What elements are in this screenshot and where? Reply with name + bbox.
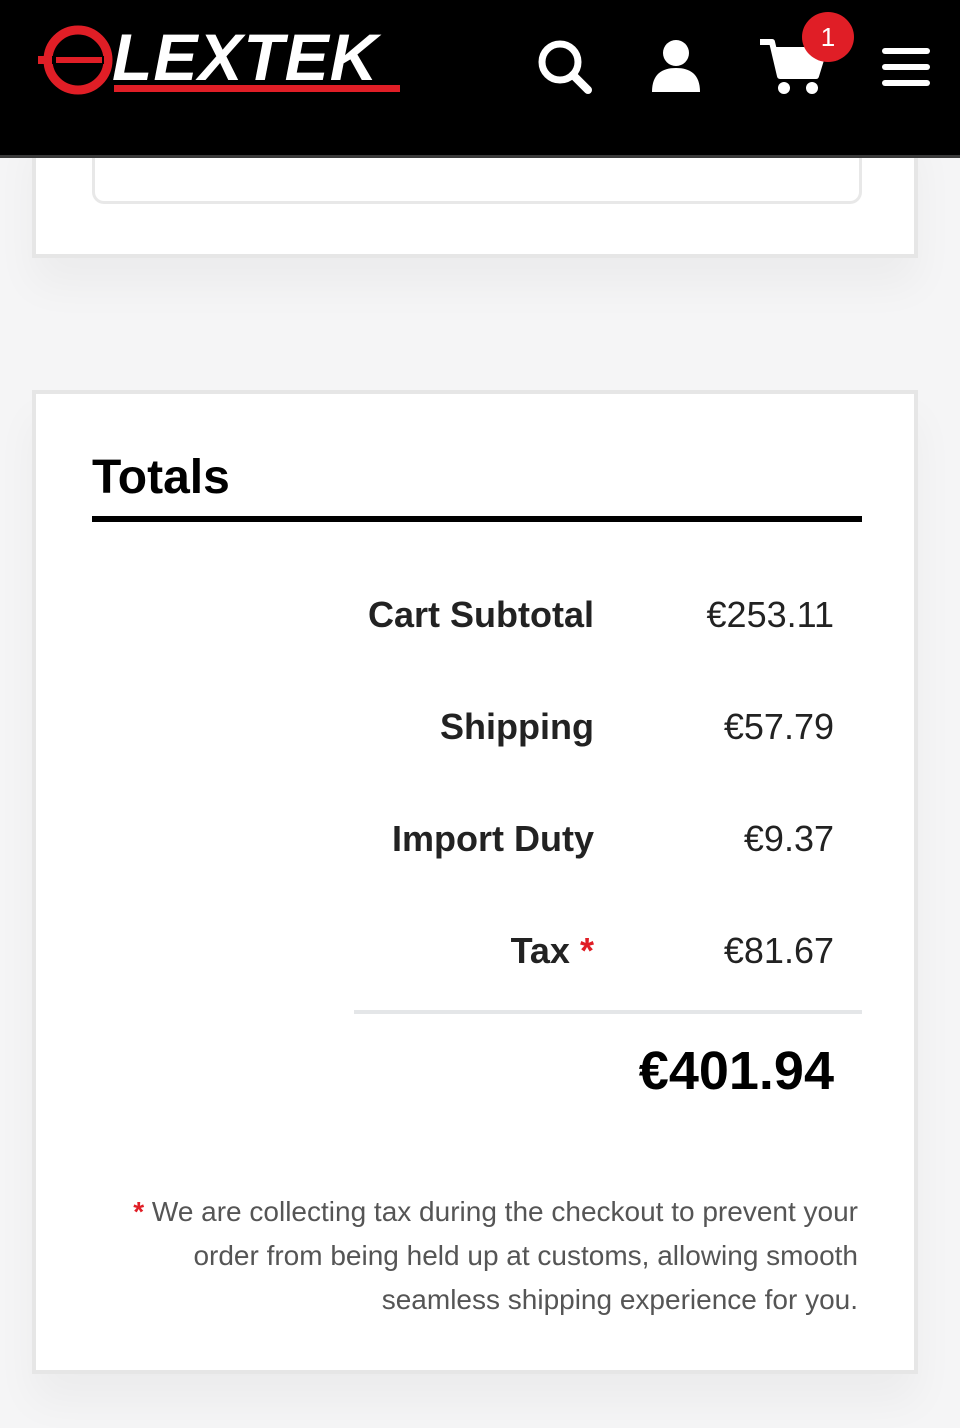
tax-note-text: We are collecting tax during the checkou… bbox=[151, 1196, 858, 1315]
grand-total-value: €401.94 bbox=[638, 1041, 834, 1101]
lextek-logo[interactable]: LEXTEK bbox=[38, 24, 408, 96]
logo-underline bbox=[114, 85, 400, 92]
total-divider bbox=[354, 1010, 862, 1014]
totals-card: Totals Cart Subtotal €253.11 Shipping €5… bbox=[32, 390, 918, 1374]
totals-heading: Totals bbox=[92, 451, 230, 504]
heading-divider bbox=[92, 516, 862, 522]
tax-asterisk: * bbox=[579, 930, 594, 971]
import-duty-value: €9.37 bbox=[743, 818, 834, 859]
shipping-value: €57.79 bbox=[723, 706, 834, 747]
tax-note-asterisk: * bbox=[133, 1196, 145, 1227]
tax-label: Tax bbox=[510, 930, 570, 971]
logo-wordmark: LEXTEK bbox=[112, 20, 379, 94]
cart-count-badge: 1 bbox=[802, 12, 854, 62]
shipping-label: Shipping bbox=[440, 706, 594, 747]
tax-note: * We are collecting tax during the check… bbox=[98, 1190, 858, 1322]
search-icon[interactable] bbox=[534, 36, 594, 96]
logo-globe-icon bbox=[38, 25, 113, 95]
top-nav-bar: LEXTEK 1 bbox=[0, 0, 960, 158]
cart-subtotal-value: €253.11 bbox=[706, 594, 834, 635]
import-duty-label: Import Duty bbox=[392, 818, 594, 859]
tax-label-row: Tax * bbox=[511, 930, 594, 972]
menu-icon[interactable] bbox=[880, 36, 934, 96]
tax-value: €81.67 bbox=[723, 930, 834, 971]
cart-subtotal-label: Cart Subtotal bbox=[367, 594, 594, 635]
user-icon[interactable] bbox=[646, 36, 706, 96]
